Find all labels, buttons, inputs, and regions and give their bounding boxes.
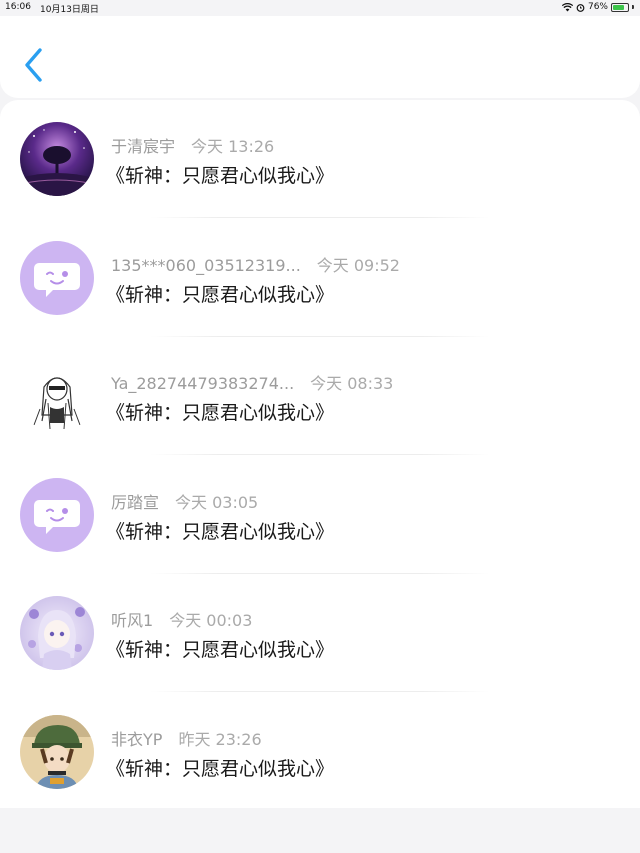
status-time: 16:06 xyxy=(5,2,31,12)
username[interactable]: 135***060_03512319... xyxy=(111,256,301,275)
avatar-default-chat-bubble[interactable] xyxy=(20,477,94,552)
chevron-left-icon xyxy=(25,48,42,82)
message-item[interactable]: 135***060_03512319... 今天 09:52 《斩神：只愿君心似我… xyxy=(0,219,640,337)
top-bar xyxy=(0,16,640,98)
username[interactable]: 非衣YP xyxy=(111,726,162,750)
wifi-icon xyxy=(561,2,573,11)
message-text: 《斩神：只愿君心似我心》 xyxy=(106,402,335,424)
avatar-default-chat-bubble[interactable] xyxy=(20,240,94,315)
message-text: 《斩神：只愿君心似我心》 xyxy=(106,639,335,661)
status-bar: 16:06 10月13日周日 76% xyxy=(0,0,640,16)
meta-line: 135***060_03512319... 今天 09:52 xyxy=(111,252,400,276)
username[interactable]: 厉踏宣 xyxy=(111,489,159,513)
username[interactable]: 听风1 xyxy=(111,607,153,631)
meta-line: Ya_28274479383274... 今天 08:33 xyxy=(111,370,393,394)
meta-line: 非衣YP 昨天 23:26 xyxy=(111,726,262,750)
timestamp: 今天 08:33 xyxy=(310,374,394,393)
battery-percent: 76% xyxy=(587,2,608,12)
battery-fill xyxy=(613,4,624,10)
message-item[interactable]: Ya_28274479383274... 今天 08:33 《斩神：只愿君心似我心… xyxy=(0,337,640,455)
battery-icon xyxy=(611,2,629,12)
meta-line: 厉踏宣 今天 03:05 xyxy=(111,489,258,513)
message-text: 《斩神：只愿君心似我心》 xyxy=(106,520,335,543)
message-list: 于清宸宇 今天 13:26 《斩神：只愿君心似我心》 135***060_0351… xyxy=(0,100,640,808)
avatar-night-galaxy-tree[interactable] xyxy=(20,122,94,196)
message-text: 《斩神：只愿君心似我心》 xyxy=(106,757,335,780)
avatar-sketch-girl[interactable] xyxy=(20,359,94,433)
status-right: 76% xyxy=(561,2,634,12)
message-item[interactable]: 非衣YP 昨天 23:26 《斩神：只愿君心似我心》 xyxy=(0,693,640,811)
timestamp: 今天 09:52 xyxy=(316,255,400,275)
message-item[interactable]: 于清宸宇 今天 13:26 《斩神：只愿君心似我心》 xyxy=(0,100,640,218)
timestamp: 昨天 23:26 xyxy=(178,729,262,749)
username[interactable]: 于清宸宇 xyxy=(111,133,175,157)
message-item[interactable]: 厉踏宣 今天 03:05 《斩神：只愿君心似我心》 xyxy=(0,456,640,574)
timestamp: 今天 03:05 xyxy=(175,492,259,512)
status-date: 10月13日周日 xyxy=(40,5,99,15)
timestamp: 今天 00:03 xyxy=(169,611,253,630)
timestamp: 今天 13:26 xyxy=(191,137,275,156)
meta-line: 于清宸宇 今天 13:26 xyxy=(111,133,274,157)
message-item[interactable]: 听风1 今天 00:03 《斩神：只愿君心似我心》 xyxy=(0,574,640,692)
message-text: 《斩神：只愿君心似我心》 xyxy=(106,165,335,187)
meta-line: 听风1 今天 00:03 xyxy=(111,607,252,631)
avatar-anime-girl-lilac[interactable] xyxy=(20,596,94,670)
battery-tip xyxy=(632,5,634,9)
username[interactable]: Ya_28274479383274... xyxy=(111,374,294,393)
avatar-anime-boy-green-hat[interactable] xyxy=(20,714,94,789)
alarm-icon xyxy=(576,3,585,12)
back-button[interactable] xyxy=(18,44,48,86)
message-text: 《斩神：只愿君心似我心》 xyxy=(106,283,335,306)
